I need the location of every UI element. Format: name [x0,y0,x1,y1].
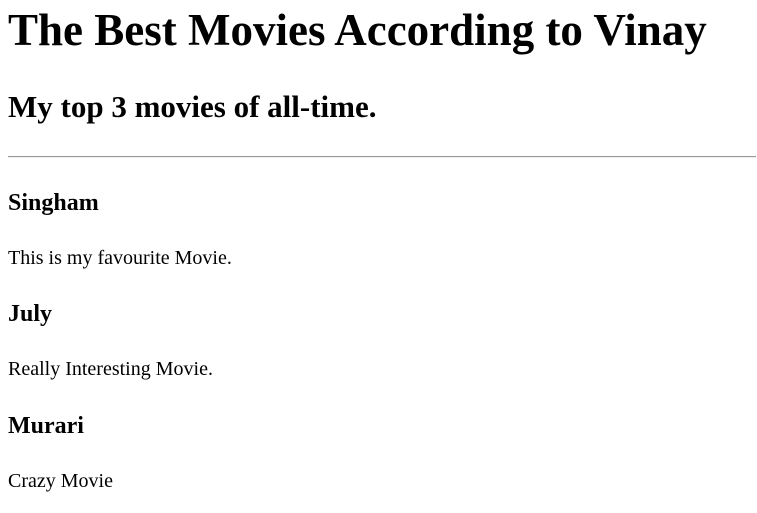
movie-title: Singham [8,190,99,216]
movie-entry-july: July Really Interesting Movie. [8,300,749,381]
movie-description: This is my favourite Movie. [8,247,232,269]
divider [8,156,756,158]
movie-description: Really Interesting Movie. [8,358,213,380]
page: The Best Movies According to Vinay My to… [0,0,757,493]
movie-title: Murari [8,413,84,439]
page-subtitle: My top 3 movies of all-time. [8,89,377,124]
movie-description: Crazy Movie [8,470,113,492]
movie-title: July [8,301,53,327]
movie-entry-singham: Singham This is my favourite Movie. [8,189,749,270]
page-title: The Best Movies According to Vinay [8,5,707,55]
movie-entry-murari: Murari Crazy Movie [8,412,749,493]
